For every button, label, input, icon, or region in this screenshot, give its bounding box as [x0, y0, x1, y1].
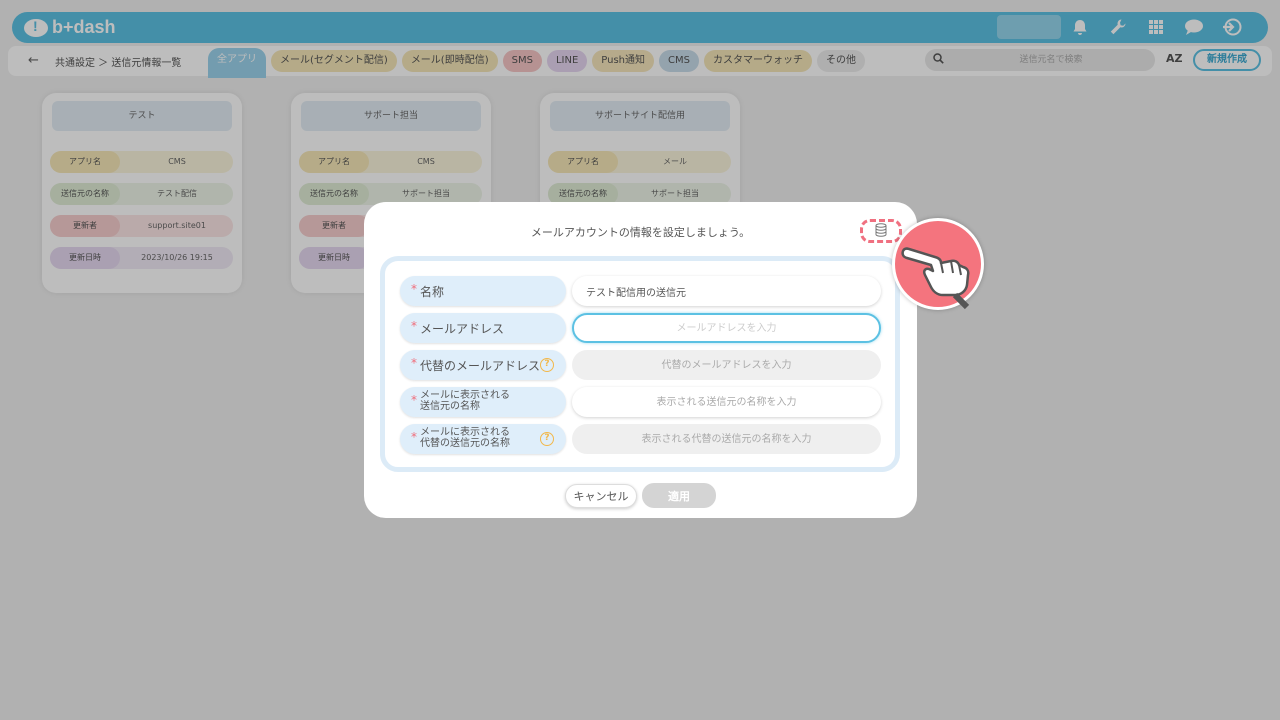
help-icon[interactable]: ?	[540, 432, 554, 446]
field-label: * 代替のメールアドレス?	[400, 350, 566, 380]
pointing-hand-icon	[892, 218, 984, 310]
field-label-line: 送信元の名称	[420, 401, 480, 412]
cancel-button[interactable]: キャンセル	[565, 484, 637, 508]
field-label-line: 代替の送信元の名称	[420, 438, 510, 449]
required-mark: *	[411, 393, 417, 407]
apply-button[interactable]: 適用	[642, 483, 716, 508]
mail-account-dialog: メールアカウントの情報を設定しましょう。 *名称*メールアドレス*代替のメールア…	[364, 202, 917, 518]
required-mark: *	[411, 282, 417, 296]
field-label-text: メールアドレス	[420, 322, 505, 336]
required-mark: *	[411, 319, 417, 333]
form-row: * メールに表示される 送信元の名称	[400, 387, 884, 417]
field-label: * 名称	[400, 276, 566, 306]
field-label-line: メールに表示される	[420, 427, 510, 438]
field-label: * メールアドレス	[400, 313, 566, 343]
field-label-text: メールに表示される 代替の送信元の名称	[420, 427, 510, 449]
display-name-field[interactable]	[572, 387, 881, 417]
email-field[interactable]	[572, 313, 881, 343]
form-row: * 名称	[400, 276, 884, 306]
field-label-line: メールに表示される	[420, 390, 510, 401]
field-label-text: 名称	[420, 285, 445, 299]
name-field[interactable]	[572, 276, 881, 306]
dialog-title: メールアカウントの情報を設定しましょう。	[530, 226, 751, 239]
field-label: * メールに表示される 代替の送信元の名称?	[400, 424, 566, 454]
alt-email-field[interactable]	[572, 350, 881, 380]
required-mark: *	[411, 356, 417, 370]
field-label: * メールに表示される 送信元の名称	[400, 387, 566, 417]
alt-display-name-field[interactable]	[572, 424, 881, 454]
form-row: * メールに表示される 代替の送信元の名称?	[400, 424, 884, 454]
form-row: * 代替のメールアドレス?	[400, 350, 884, 380]
help-icon[interactable]: ?	[540, 358, 554, 372]
form-row: * メールアドレス	[400, 313, 884, 343]
field-label-text: 代替のメールアドレス	[420, 359, 541, 373]
database-icon	[875, 222, 887, 241]
required-mark: *	[411, 430, 417, 444]
field-label-text: メールに表示される 送信元の名称	[420, 390, 510, 412]
account-form: *名称*メールアドレス*代替のメールアドレス?*メールに表示される送信元の名称*…	[380, 256, 900, 472]
